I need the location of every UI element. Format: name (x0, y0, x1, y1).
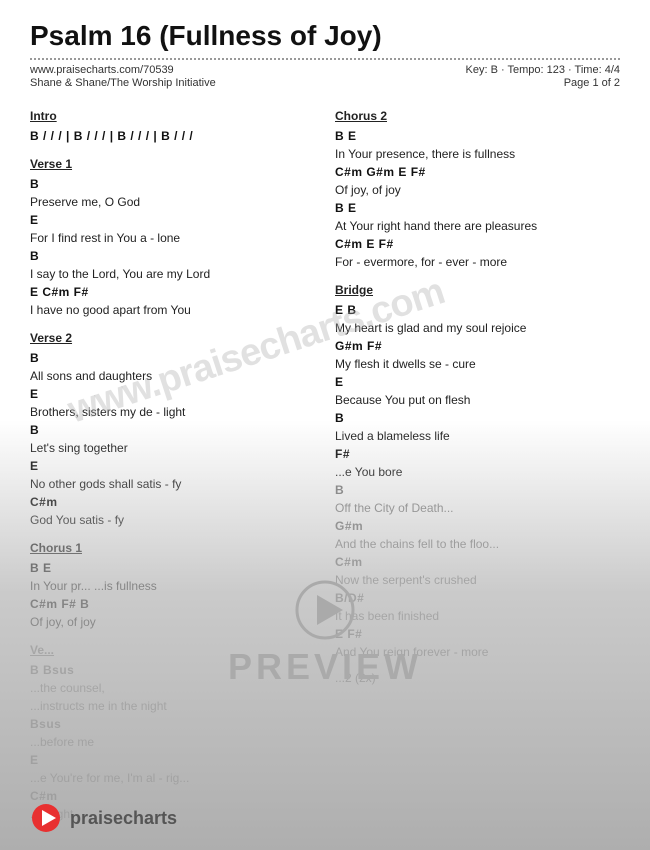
v3-lyric1: ...the counsel, (30, 679, 315, 697)
page: Psalm 16 (Fullness of Joy) www.praisecha… (0, 0, 650, 850)
v1-chord4: E C#m F# (30, 283, 315, 301)
br-lyric7: And the chains fell to the floo... (335, 535, 620, 553)
br-lyric8: Now the serpent's crushed (335, 571, 620, 589)
br-chord9: B/D# (335, 589, 620, 607)
v3-lyric2: ...instructs me in the night (30, 697, 315, 715)
content-area: Intro B / / / | B / / / | B / / / | B / … (30, 99, 620, 823)
br-chord10: E F# (335, 625, 620, 643)
c1-chord2: C#m F# B (30, 595, 315, 613)
meta-left: www.praisecharts.com/70539 Shane & Shane… (30, 64, 216, 89)
v2-chord2: E (30, 385, 315, 403)
footer: praisecharts (30, 802, 620, 834)
footer-brand: praisecharts (70, 808, 177, 829)
v3-chord1: B Bsus (30, 661, 315, 679)
br-lyric5: ...e You bore (335, 463, 620, 481)
section-verse2: Verse 2 (30, 329, 315, 347)
c2-chord4: C#m E F# (335, 235, 620, 253)
tag-line: ...2 (2x) (335, 669, 620, 687)
v2-lyric4: No other gods shall satis - fy (30, 475, 315, 493)
intro-line: B / / / | B / / / | B / / / | B / / / (30, 127, 315, 145)
br-chord8: C#m (335, 553, 620, 571)
v2-chord4: E (30, 457, 315, 475)
meta-right: Key: B · Tempo: 123 · Time: 4/4 Page 1 o… (466, 64, 621, 89)
v2-lyric3: Let's sing together (30, 439, 315, 457)
br-lyric9: It has been finished (335, 607, 620, 625)
v1-chord2: E (30, 211, 315, 229)
br-lyric1: My heart is glad and my soul rejoice (335, 319, 620, 337)
section-intro: Intro (30, 107, 315, 125)
left-column: Intro B / / / | B / / / | B / / / | B / … (30, 99, 315, 823)
v2-lyric5: God You satis - fy (30, 511, 315, 529)
page-num: Page 1 of 2 (466, 77, 621, 89)
c1-lyric1: In Your pr... ...is fullness (30, 577, 315, 595)
url: www.praisecharts.com/70539 (30, 64, 216, 76)
v1-lyric4: I have no good apart from You (30, 301, 315, 319)
br-lyric3: Because You put on flesh (335, 391, 620, 409)
footer-play-icon (30, 802, 62, 834)
br-chord7: G#m (335, 517, 620, 535)
section-bridge: Bridge (335, 281, 620, 299)
c2-lyric3: At Your right hand there are pleasures (335, 217, 620, 235)
c1-lyric2: Of joy, of joy (30, 613, 315, 631)
section-chorus2: Chorus 2 (335, 107, 620, 125)
v2-chord1: B (30, 349, 315, 367)
v1-lyric3: I say to the Lord, You are my Lord (30, 265, 315, 283)
separator (30, 58, 620, 60)
v2-chord5: C#m (30, 493, 315, 511)
section-verse3: Ve... (30, 641, 315, 659)
v3-chord3: E (30, 751, 315, 769)
artist: Shane & Shane/The Worship Initiative (30, 77, 216, 89)
br-lyric10: And You reign forever - more (335, 643, 620, 661)
c2-lyric2: Of joy, of joy (335, 181, 620, 199)
v2-lyric1: All sons and daughters (30, 367, 315, 385)
br-lyric2: My flesh it dwells se - cure (335, 355, 620, 373)
br-chord1: E B (335, 301, 620, 319)
v3-lyric4: ...e You're for me, I'm al - rig... (30, 769, 315, 787)
key-tempo-time: Key: B · Tempo: 123 · Time: 4/4 (466, 64, 621, 76)
v1-chord3: B (30, 247, 315, 265)
v2-lyric2: Brothers, sisters my de - light (30, 403, 315, 421)
v3-chord2: Bsus (30, 715, 315, 733)
v3-lyric3: ...before me (30, 733, 315, 751)
right-column: Chorus 2 B E In Your presence, there is … (335, 99, 620, 823)
br-chord6: B (335, 481, 620, 499)
br-chord2: G#m F# (335, 337, 620, 355)
v1-chord1: B (30, 175, 315, 193)
v2-chord3: B (30, 421, 315, 439)
c2-chord2: C#m G#m E F# (335, 163, 620, 181)
section-verse1: Verse 1 (30, 155, 315, 173)
br-chord5: F# (335, 445, 620, 463)
br-chord4: B (335, 409, 620, 427)
v1-lyric1: Preserve me, O God (30, 193, 315, 211)
c2-lyric1: In Your presence, there is fullness (335, 145, 620, 163)
c2-chord1: B E (335, 127, 620, 145)
br-lyric6: Off the City of Death... (335, 499, 620, 517)
v1-lyric2: For I find rest in You a - lone (30, 229, 315, 247)
meta-row: www.praisecharts.com/70539 Shane & Shane… (30, 64, 620, 89)
section-chorus1: Chorus 1 (30, 539, 315, 557)
page-title: Psalm 16 (Fullness of Joy) (30, 20, 620, 52)
c2-lyric4: For - evermore, for - ever - more (335, 253, 620, 271)
c2-chord3: B E (335, 199, 620, 217)
br-chord3: E (335, 373, 620, 391)
c1-chord1: B E (30, 559, 315, 577)
br-lyric4: Lived a blameless life (335, 427, 620, 445)
